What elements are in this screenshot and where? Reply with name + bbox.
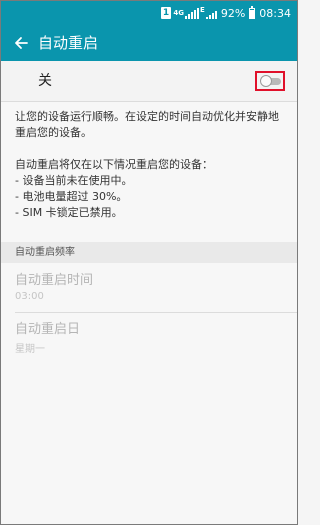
switch-state-label: 关 — [38, 73, 52, 89]
battery-percent: 92% — [220, 6, 246, 20]
clock: 08:34 — [259, 6, 291, 20]
section-title: 自动重启频率 — [15, 247, 75, 258]
condition-item: - 设备当前未在使用中。 — [15, 174, 133, 187]
network-4g-label: 4G — [173, 8, 185, 17]
auto-restart-time-item: 自动重启时间 03:00 — [1, 264, 297, 312]
setting-value: 星期一 — [15, 344, 45, 355]
description-intro: 让您的设备运行顺畅。在设定的时间自动优化并安静地重启您的设备。 — [15, 110, 279, 139]
back-arrow-icon[interactable] — [9, 31, 33, 55]
cellular-indicator: 4G E — [173, 6, 217, 19]
divider — [1, 101, 297, 102]
page-title: 自动重启 — [38, 34, 99, 52]
notification-icon: 1 — [161, 7, 171, 19]
signal-icon-2 — [205, 8, 217, 19]
toggle-highlight-box — [255, 71, 285, 91]
condition-item: - 电池电量超过 30%。 — [15, 190, 128, 203]
master-switch-row[interactable]: 关 — [1, 61, 297, 101]
auto-restart-day-item: 自动重启日 星期一 — [1, 313, 297, 361]
description: 让您的设备运行顺畅。在设定的时间自动优化并安静地重启您的设备。 自动重启将仅在以… — [15, 109, 287, 221]
network-e-label: E — [200, 6, 205, 14]
app-bar: 自动重启 — [1, 25, 297, 61]
section-header: 自动重启频率 — [1, 242, 297, 263]
condition-item: - SIM 卡锁定已禁用。 — [15, 206, 123, 219]
description-conditions-heading: 自动重启将仅在以下情况重启您的设备： — [15, 158, 213, 171]
setting-title: 自动重启时间 — [15, 273, 94, 288]
screen: 1 4G E 92% 08:34 自动重启 关 让您的设备运行顺畅。在设定的时间… — [0, 0, 298, 525]
status-bar: 1 4G E 92% 08:34 — [1, 1, 297, 25]
setting-title: 自动重启日 — [15, 322, 81, 337]
battery-icon — [249, 5, 256, 19]
status-indicators: 4G E 92% 08:34 — [173, 1, 291, 25]
signal-icon — [185, 7, 200, 19]
setting-value: 03:00 — [15, 291, 44, 302]
toggle-switch[interactable] — [260, 75, 272, 87]
